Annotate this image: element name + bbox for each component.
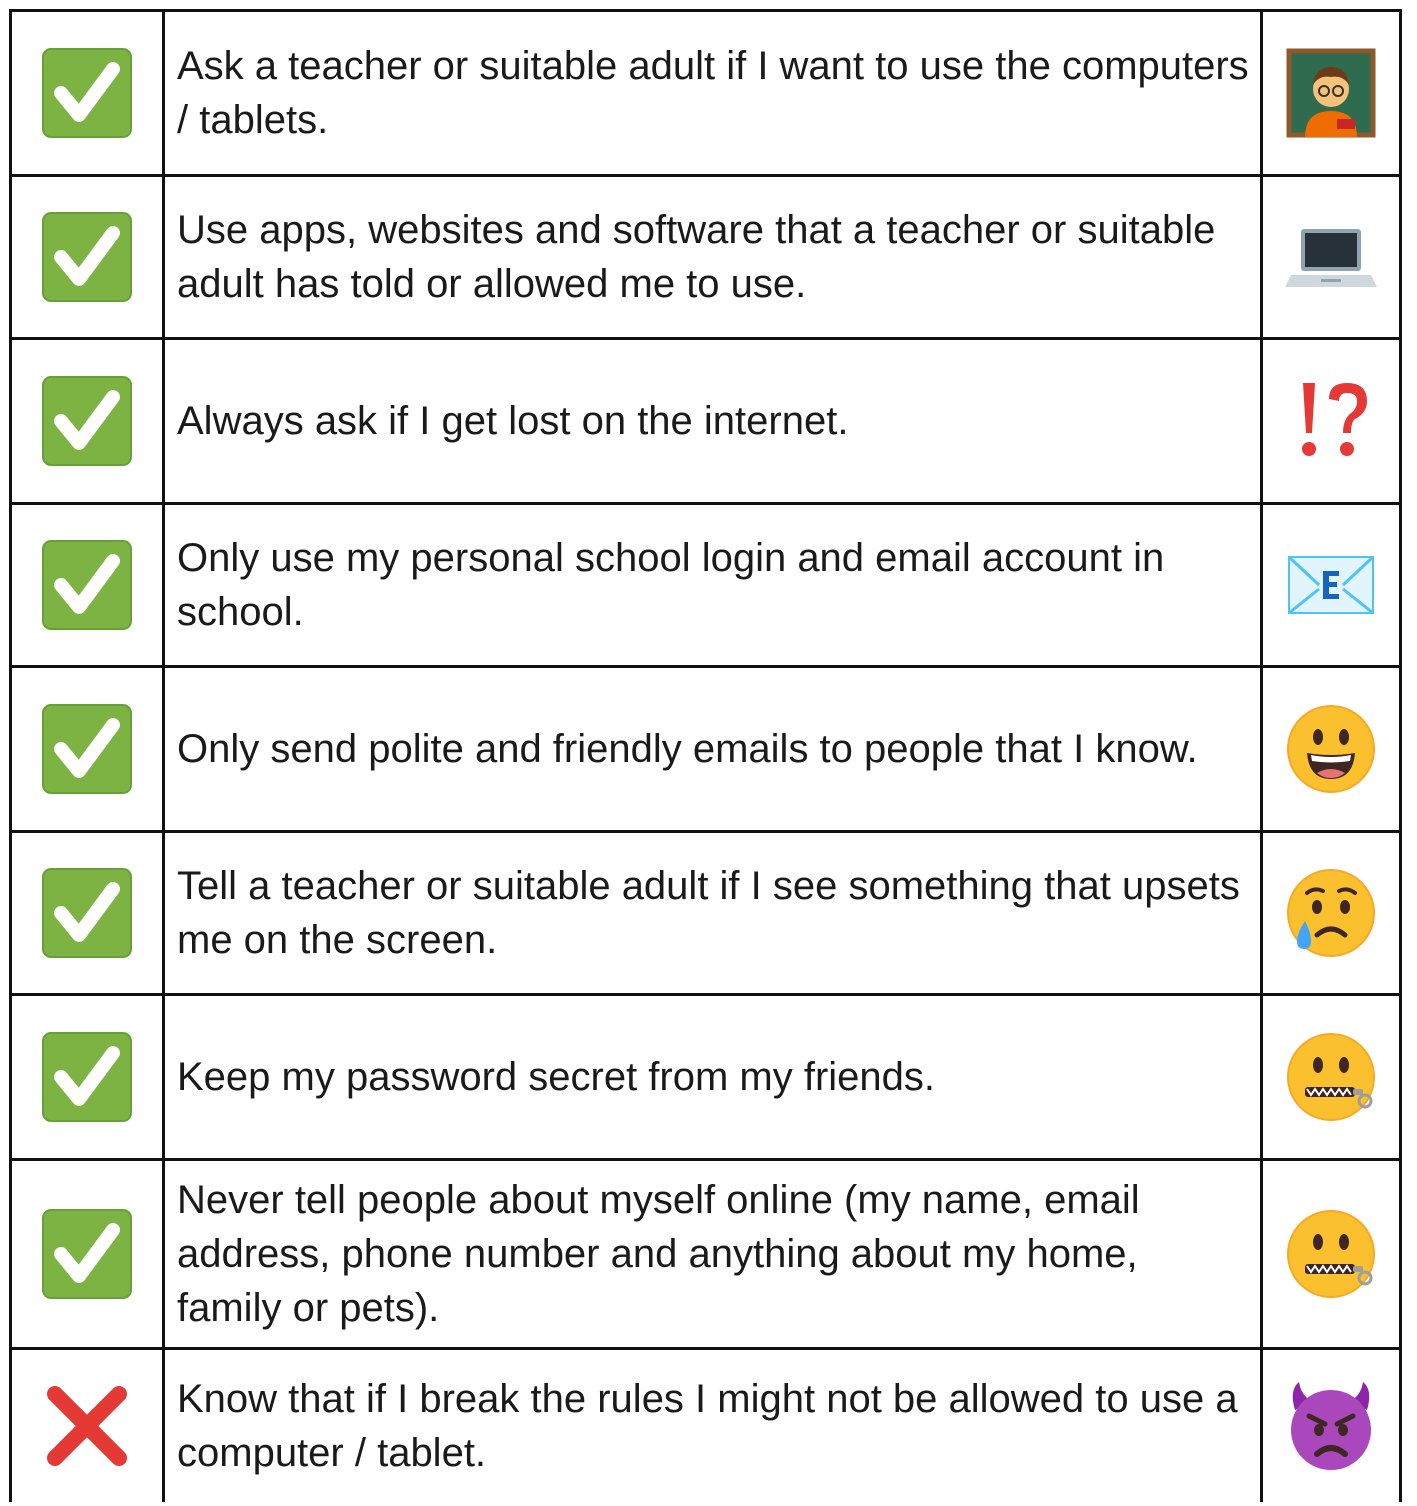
emoji-cell — [1260, 1158, 1402, 1350]
status-cell — [9, 1347, 165, 1502]
table-row: Never tell people about myself online (m… — [9, 1158, 1402, 1350]
emoji-cell — [1260, 1347, 1402, 1502]
table-row: Only use my personal school login and em… — [9, 502, 1402, 668]
angry-devil-icon — [1285, 1380, 1377, 1472]
check-icon — [41, 211, 133, 303]
rule-text: Know that if I break the rules I might n… — [162, 1347, 1263, 1502]
check-icon — [41, 375, 133, 467]
check-icon — [41, 1031, 133, 1123]
laptop-icon — [1285, 211, 1377, 303]
check-icon — [41, 703, 133, 795]
rule-text: Only send polite and friendly emails to … — [162, 665, 1263, 833]
table-row: Keep my password secret from my friends. — [9, 993, 1402, 1161]
emoji-cell — [1260, 174, 1402, 340]
teacher-icon — [1285, 47, 1377, 139]
status-cell — [9, 174, 165, 340]
rule-text: Never tell people about myself online (m… — [162, 1158, 1263, 1350]
check-icon — [41, 539, 133, 631]
rules-table: Ask a teacher or suitable adult if I wan… — [9, 9, 1402, 1502]
table-row: Ask a teacher or suitable adult if I wan… — [9, 9, 1402, 177]
emoji-cell — [1260, 830, 1402, 996]
rule-text: Only use my personal school login and em… — [162, 502, 1263, 668]
grinning-face-icon — [1285, 703, 1377, 795]
emoji-cell — [1260, 665, 1402, 833]
status-cell — [9, 9, 165, 177]
status-cell — [9, 830, 165, 996]
status-cell — [9, 665, 165, 833]
crying-face-icon — [1285, 867, 1377, 959]
email-icon — [1285, 539, 1377, 631]
check-icon — [41, 47, 133, 139]
rule-text: Keep my password secret from my friends. — [162, 993, 1263, 1161]
status-cell — [9, 1158, 165, 1350]
status-cell — [9, 502, 165, 668]
rule-text: Ask a teacher or suitable adult if I wan… — [162, 9, 1263, 177]
emoji-cell — [1260, 993, 1402, 1161]
rule-text: Use apps, websites and software that a t… — [162, 174, 1263, 340]
table-row: Use apps, websites and software that a t… — [9, 174, 1402, 340]
status-cell — [9, 337, 165, 505]
emoji-cell — [1260, 337, 1402, 505]
zipper-mouth-icon — [1285, 1208, 1377, 1300]
rule-text: Tell a teacher or suitable adult if I se… — [162, 830, 1263, 996]
interrobang-icon — [1285, 375, 1377, 467]
cross-icon — [41, 1380, 133, 1472]
table-row: Know that if I break the rules I might n… — [9, 1347, 1402, 1502]
table-row: Tell a teacher or suitable adult if I se… — [9, 830, 1402, 996]
check-icon — [41, 1208, 133, 1300]
table-row: Only send polite and friendly emails to … — [9, 665, 1402, 833]
rule-text: Always ask if I get lost on the internet… — [162, 337, 1263, 505]
emoji-cell — [1260, 502, 1402, 668]
emoji-cell — [1260, 9, 1402, 177]
status-cell — [9, 993, 165, 1161]
zipper-mouth-icon — [1285, 1031, 1377, 1123]
table-row: Always ask if I get lost on the internet… — [9, 337, 1402, 505]
check-icon — [41, 867, 133, 959]
